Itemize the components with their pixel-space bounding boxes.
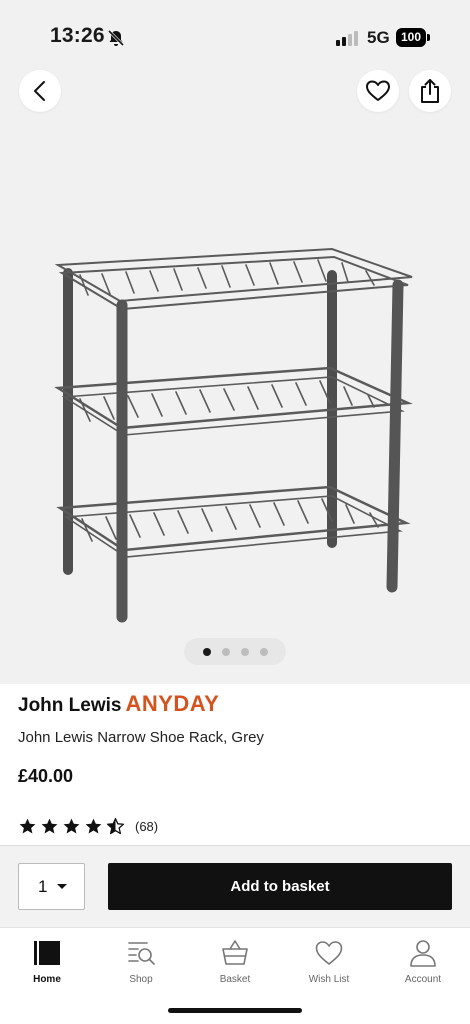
tab-label: Home (33, 974, 61, 985)
quantity-value: 1 (38, 876, 48, 896)
brand-sub-label: ANYDAY (125, 691, 220, 716)
caret-down-icon (57, 884, 68, 889)
carousel-dots[interactable] (184, 638, 286, 665)
basket-icon (222, 940, 248, 965)
wishlist-button[interactable] (357, 70, 399, 112)
share-icon (421, 79, 439, 103)
tab-account[interactable]: Account (376, 938, 470, 985)
carousel-dot[interactable] (240, 647, 249, 656)
network-label: 5G (367, 28, 390, 47)
carousel-dot[interactable] (221, 647, 230, 656)
star-half-icon (106, 817, 125, 835)
tab-label: Basket (219, 974, 251, 985)
tab-label: Account (404, 974, 442, 985)
review-count: (68) (135, 819, 159, 834)
star-full-icon (85, 818, 102, 834)
product-title: John Lewis Narrow Shoe Rack, Grey (18, 729, 264, 746)
star-full-icon (63, 818, 80, 834)
signal-icon (336, 31, 358, 46)
back-button[interactable] (19, 70, 61, 112)
rating-row[interactable]: (68) (18, 817, 158, 836)
heart-icon (315, 941, 343, 965)
tab-basket[interactable]: Basket (188, 938, 282, 985)
shop-search-icon (128, 942, 155, 965)
carousel-dot[interactable] (202, 647, 211, 656)
tab-label: Wish List (308, 974, 350, 985)
brand-name: John Lewis (18, 695, 122, 716)
home-icon (34, 941, 60, 965)
heart-outline-icon (366, 80, 390, 101)
tab-shop[interactable]: Shop (94, 938, 188, 985)
chevron-left-icon (34, 81, 45, 101)
quantity-select[interactable]: 1 (18, 863, 85, 910)
status-time: 13:26 (50, 24, 105, 47)
star-full-icon (19, 818, 36, 834)
purchase-bar: 1 Add to basket (0, 845, 470, 927)
tab-label: Shop (129, 974, 153, 985)
star-rating (18, 817, 125, 836)
brand-line[interactable]: John Lewis ANYDAY (18, 691, 219, 717)
bell-muted-icon (107, 29, 125, 47)
battery-icon: 100 (396, 28, 430, 47)
status-bar: 13:26 5G 100 (0, 0, 470, 76)
battery-level: 100 (396, 28, 426, 47)
product-price: £40.00 (18, 766, 74, 786)
account-icon (410, 940, 436, 967)
tab-home[interactable]: Home (0, 938, 94, 985)
home-indicator (168, 1008, 302, 1013)
add-to-basket-button[interactable]: Add to basket (108, 863, 452, 910)
share-button[interactable] (409, 70, 451, 112)
star-full-icon (41, 818, 58, 834)
product-image[interactable] (40, 225, 430, 630)
tab-wishlist[interactable]: Wish List (282, 938, 376, 985)
carousel-dot[interactable] (259, 647, 268, 656)
